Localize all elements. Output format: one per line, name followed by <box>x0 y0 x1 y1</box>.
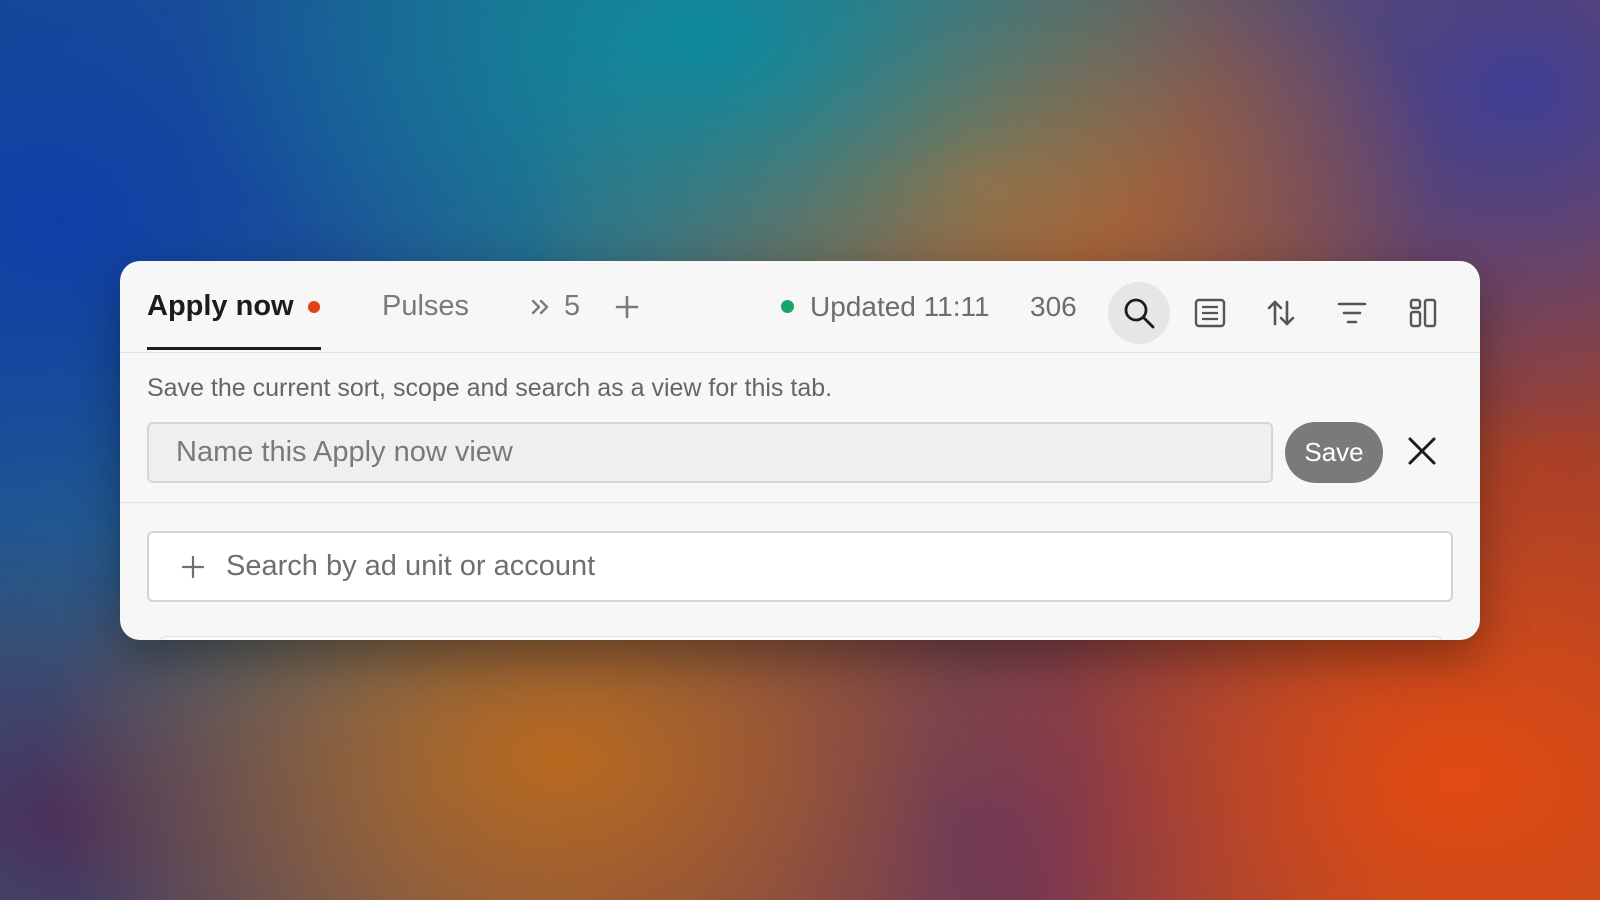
plus-icon <box>615 295 639 319</box>
search-icon <box>1122 296 1156 330</box>
close-button[interactable] <box>1397 428 1447 478</box>
list-icon <box>1194 298 1226 328</box>
status-text: Updated 11:11 <box>810 290 990 322</box>
save-button[interactable]: Save <box>1285 422 1383 483</box>
overflow-count: 5 <box>564 290 581 322</box>
search-button[interactable] <box>1108 282 1170 344</box>
unsaved-indicator-dot <box>307 300 320 313</box>
search-placeholder: Search by ad unit or account <box>226 550 596 582</box>
status-dot <box>781 300 794 313</box>
filter-icon <box>1336 300 1368 326</box>
tab-apply-now[interactable]: Apply now <box>147 261 320 352</box>
sort-icon <box>1265 298 1297 328</box>
columns-icon <box>1408 297 1438 329</box>
tab-bar: Apply now Pulses 5 Updated 11:11 306 <box>120 261 1480 353</box>
view-name-input[interactable] <box>147 422 1273 483</box>
close-icon <box>1407 436 1437 471</box>
list-card-peek <box>160 636 1442 640</box>
double-chevron-right-icon <box>530 297 552 317</box>
list-view-button[interactable] <box>1179 282 1241 344</box>
tab-pulses[interactable]: Pulses <box>382 261 469 352</box>
tab-label: Apply now <box>147 290 294 322</box>
save-view-hint: Save the current sort, scope and search … <box>147 374 833 402</box>
add-tab-button[interactable] <box>615 261 639 352</box>
columns-button[interactable] <box>1392 282 1454 344</box>
tab-label: Pulses <box>382 290 470 322</box>
filter-button[interactable] <box>1321 282 1383 344</box>
overflow-tabs-button[interactable]: 5 <box>530 261 580 352</box>
active-tab-underline <box>147 347 321 350</box>
plus-icon <box>182 555 204 578</box>
search-input[interactable]: Search by ad unit or account <box>147 531 1453 602</box>
saved-view-panel: Apply now Pulses 5 Updated 11:11 306 Sav… <box>120 261 1480 640</box>
section-divider <box>120 502 1480 503</box>
sort-button[interactable] <box>1250 282 1312 344</box>
result-count: 306 <box>1030 290 1077 322</box>
update-status: Updated 11:11 <box>781 261 990 352</box>
